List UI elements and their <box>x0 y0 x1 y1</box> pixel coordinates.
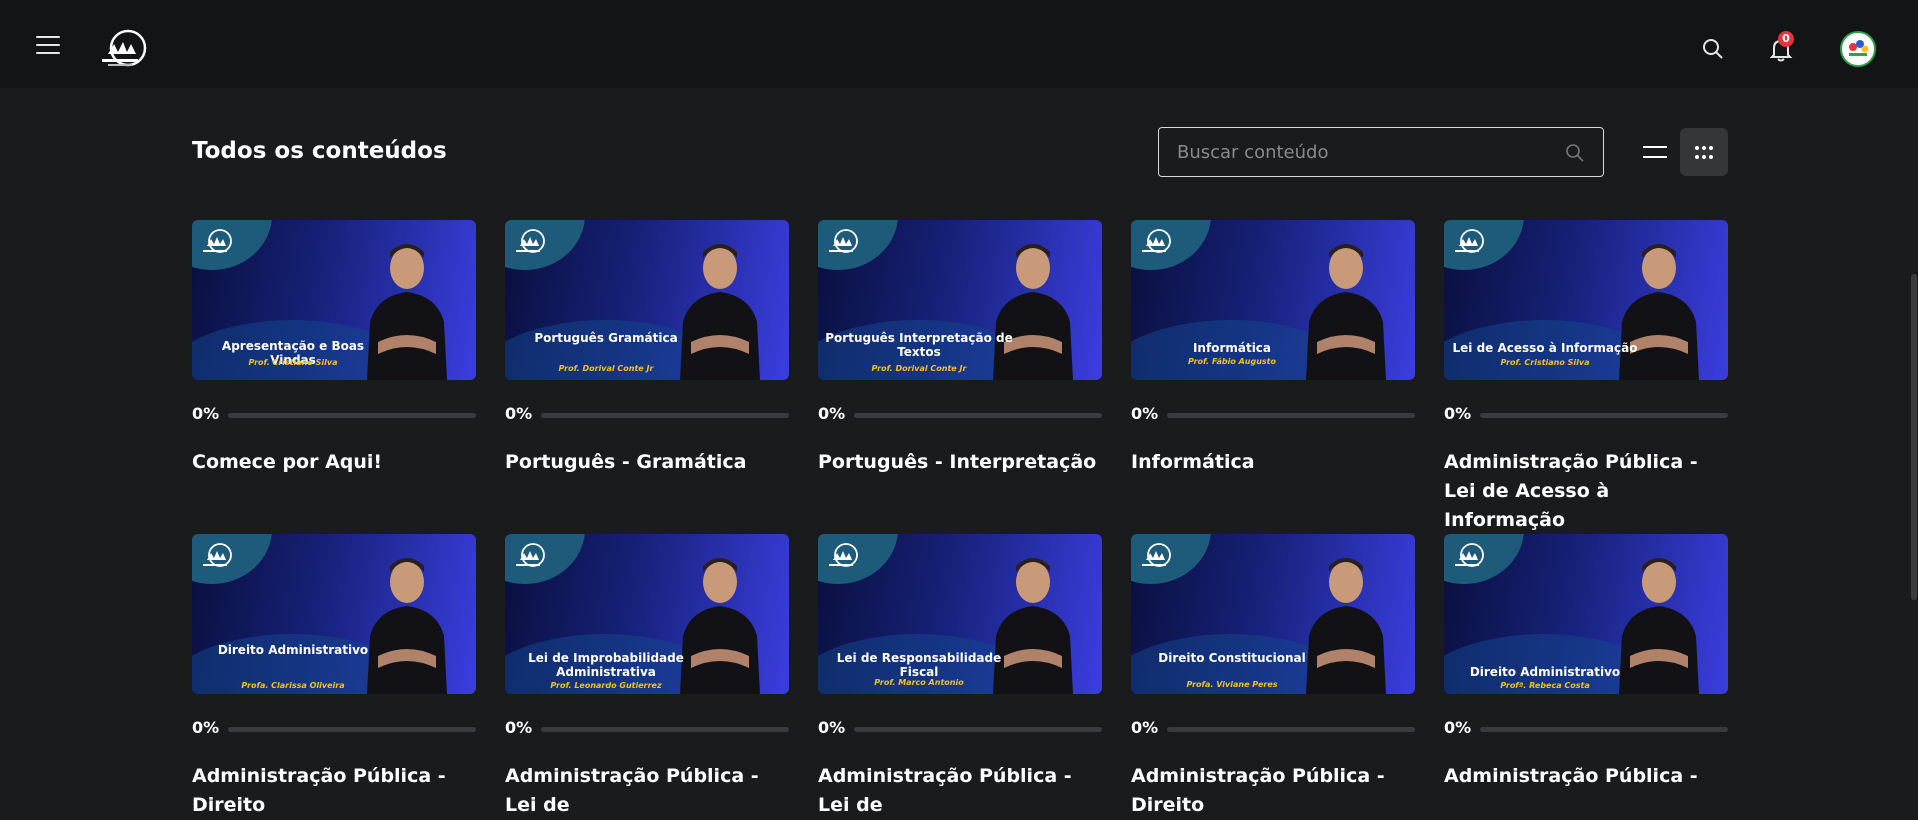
page-title: Todos os conteúdos <box>192 138 447 164</box>
progress-bar <box>541 413 789 418</box>
course-card[interactable]: Direito Administrativo Profª. Rebeca Cos… <box>1444 534 1728 794</box>
course-thumbnail[interactable]: Lei de Acesso à Informação Prof. Cristia… <box>1444 220 1728 380</box>
progress-bar <box>1167 727 1415 732</box>
course-thumbnail[interactable]: Informática Prof. Fábio Augusto <box>1131 220 1415 380</box>
thumbnail-instructor: Profa. Viviane Peres <box>1186 680 1278 689</box>
course-thumbnail[interactable]: Direito Constitucional Profa. Viviane Pe… <box>1131 534 1415 694</box>
course-title[interactable]: Administração Pública - <box>1444 762 1728 791</box>
course-thumbnail[interactable]: Direito Administrativo Profa. Clarissa O… <box>192 534 476 694</box>
course-title[interactable]: Administração Pública - Direito <box>192 762 476 820</box>
vencendo-concursos-logo[interactable] <box>98 28 148 72</box>
top-bar: 0 <box>0 0 1918 88</box>
instructor-photo <box>367 558 447 694</box>
thumbnail-instructor: Prof. Dorival Conte Jr <box>871 364 967 373</box>
course-thumbnail[interactable]: Apresentação e Boas Vindas Prof. Cristia… <box>192 220 476 380</box>
vencendo-concursos-logo <box>203 543 232 567</box>
thumbnail-instructor: Prof. Fábio Augusto <box>1187 357 1276 366</box>
course-card[interactable]: Direito Administrativo Profa. Clarissa O… <box>192 534 476 816</box>
thumbnail-title: Português Interpretação de Textos <box>825 331 1013 359</box>
scrollbar-track[interactable] <box>1910 88 1918 778</box>
hamburger-menu-icon[interactable] <box>36 36 60 56</box>
vencendo-concursos-logo <box>829 229 858 253</box>
thumbnail-title: Direito Constitucional <box>1158 651 1306 665</box>
course-card[interactable]: Lei de Responsabilidade Fiscal Prof. Mar… <box>818 534 1102 816</box>
course-thumbnail[interactable]: Português Gramática Prof. Dorival Conte … <box>505 220 789 380</box>
thumbnail-instructor: Prof. Marco Antonio <box>874 678 964 687</box>
thumbnail-instructor: Prof. Leonardo Gutierrez <box>550 681 662 690</box>
course-card[interactable]: Lei de Improbabilidade Administrativa Pr… <box>505 534 789 816</box>
progress-percentage: 0% <box>192 718 220 737</box>
course-thumbnail[interactable]: Direito Administrativo Profª. Rebeca Cos… <box>1444 534 1728 694</box>
thumbnail-title: Lei de Acesso à Informação <box>1452 341 1638 355</box>
thumbnail-instructor: Profª. Rebeca Costa <box>1500 681 1590 690</box>
vencendo-concursos-logo <box>1142 229 1171 253</box>
vencendo-concursos-logo <box>1455 229 1484 253</box>
progress-percentage: 0% <box>505 718 533 737</box>
progress-percentage: 0% <box>1444 718 1472 737</box>
course-card[interactable]: Lei de Acesso à Informação Prof. Cristia… <box>1444 220 1728 531</box>
course-title[interactable]: Português - Interpretação <box>818 448 1102 477</box>
progress-percentage: 0% <box>818 718 846 737</box>
progress-percentage: 0% <box>1131 718 1159 737</box>
progress-percentage: 0% <box>1131 404 1159 423</box>
course-thumbnail[interactable]: Português Interpretação de Textos Prof. … <box>818 220 1102 380</box>
progress-percentage: 0% <box>818 404 846 423</box>
thumbnail-instructor: Prof. Cristiano Silva <box>1500 358 1590 367</box>
search-icon[interactable] <box>1702 38 1724 60</box>
course-title[interactable]: Administração Pública - Direito <box>1131 762 1415 820</box>
thumbnail-title: Informática <box>1192 341 1272 355</box>
thumbnail-instructor: Prof. Cristiano Silva <box>248 358 338 367</box>
course-card[interactable]: Português Interpretação de Textos Prof. … <box>818 220 1102 480</box>
vencendo-concursos-logo <box>516 543 545 567</box>
progress-bar <box>854 727 1102 732</box>
thumbnail-instructor: Profa. Clarissa Oliveira <box>241 681 345 690</box>
course-thumbnail[interactable]: Lei de Improbabilidade Administrativa Pr… <box>505 534 789 694</box>
thumbnail-title: Lei de Improbabilidade Administrativa <box>528 651 684 679</box>
thumbnail-title: Direito Administrativo <box>1469 665 1621 679</box>
vencendo-concursos-logo <box>1142 543 1171 567</box>
thumbnail-instructor: Prof. Dorival Conte Jr <box>558 364 654 373</box>
vencendo-concursos-logo <box>1455 543 1484 567</box>
course-thumbnail[interactable]: Lei de Responsabilidade Fiscal Prof. Mar… <box>818 534 1102 694</box>
thumbnail-title: Direito Administrativo <box>217 643 369 657</box>
progress-percentage: 0% <box>1444 404 1472 423</box>
course-title[interactable]: Administração Pública - Lei de <box>505 762 789 820</box>
grid-view-toggle[interactable] <box>1680 128 1728 176</box>
progress-bar <box>854 413 1102 418</box>
user-avatar[interactable] <box>1840 31 1876 67</box>
progress-bar <box>228 727 476 732</box>
progress-bar <box>1167 413 1415 418</box>
course-card[interactable]: Direito Constitucional Profa. Viviane Pe… <box>1131 534 1415 816</box>
course-title[interactable]: Comece por Aqui! <box>192 448 476 477</box>
vencendo-concursos-logo <box>829 543 858 567</box>
progress-bar <box>228 413 476 418</box>
instructor-photo <box>1306 558 1386 694</box>
course-card[interactable]: Apresentação e Boas Vindas Prof. Cristia… <box>192 220 476 480</box>
course-card[interactable]: Português Gramática Prof. Dorival Conte … <box>505 220 789 480</box>
course-title[interactable]: Administração Pública - Lei de <box>818 762 1102 820</box>
course-title[interactable]: Informática <box>1131 448 1415 477</box>
progress-percentage: 0% <box>505 404 533 423</box>
vencendo-concursos-logo <box>203 229 232 253</box>
progress-bar <box>541 727 789 732</box>
vencendo-concursos-logo <box>516 229 545 253</box>
search-icon[interactable] <box>1565 143 1585 163</box>
thumbnail-title: Lei de Responsabilidade Fiscal <box>836 651 1002 679</box>
course-title[interactable]: Português - Gramática <box>505 448 789 477</box>
content-search-input[interactable] <box>1177 128 1557 176</box>
progress-bar <box>1480 413 1728 418</box>
avatar-logo-icon <box>1849 40 1869 56</box>
notification-count-badge: 0 <box>1778 31 1794 47</box>
progress-percentage: 0% <box>192 404 220 423</box>
course-card[interactable]: Informática Prof. Fábio Augusto 0% Infor… <box>1131 220 1415 480</box>
list-view-toggle[interactable] <box>1630 128 1678 176</box>
thumbnail-title: Português Gramática <box>534 331 678 345</box>
scrollbar-thumb[interactable] <box>1911 274 1917 600</box>
progress-bar <box>1480 727 1728 732</box>
content-search-box[interactable] <box>1158 127 1604 177</box>
course-title[interactable]: Administração Pública - Lei de Acesso à … <box>1444 448 1728 535</box>
instructor-photo <box>680 244 760 380</box>
